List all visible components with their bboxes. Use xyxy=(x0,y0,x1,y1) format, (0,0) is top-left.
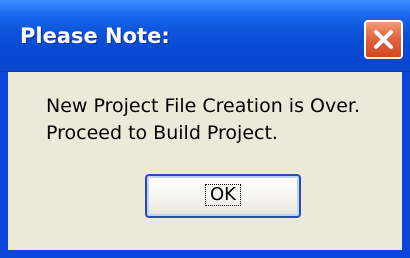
dialog-title: Please Note: xyxy=(20,24,170,48)
dialog-message: New Project File Creation is Over. Proce… xyxy=(46,93,360,147)
message-line-2: Proceed to Build Project. xyxy=(46,122,278,144)
close-icon xyxy=(374,30,393,49)
ok-button[interactable]: OK xyxy=(145,174,301,218)
ok-button-label: OK xyxy=(205,184,241,206)
dialog-content: New Project File Creation is Over. Proce… xyxy=(8,72,402,250)
close-button[interactable] xyxy=(364,20,403,59)
message-line-1: New Project File Creation is Over. xyxy=(46,95,361,117)
title-bar[interactable]: Please Note: xyxy=(0,0,410,72)
dialog-window: Please Note: New Project File Creation i… xyxy=(0,0,410,258)
